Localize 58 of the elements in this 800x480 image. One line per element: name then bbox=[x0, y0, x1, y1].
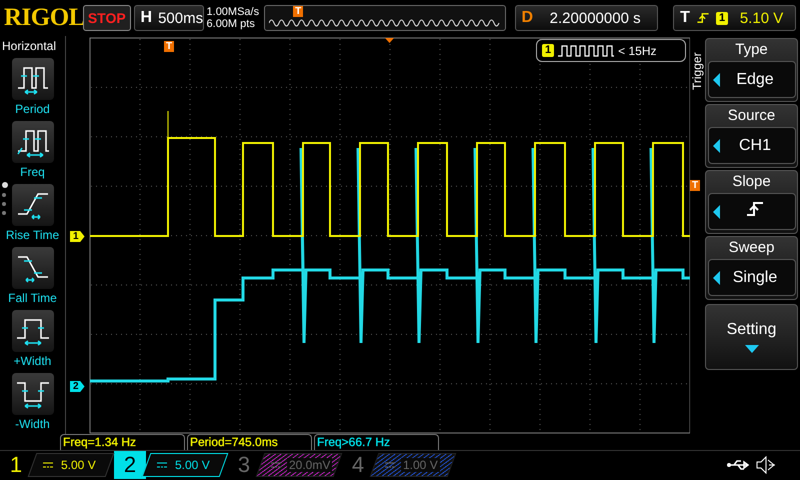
dc-coupling-icon bbox=[271, 462, 281, 468]
option-selector[interactable] bbox=[708, 193, 796, 230]
pwidth-measure-icon bbox=[12, 310, 54, 352]
memory-depth: 6.00M pts bbox=[206, 18, 256, 30]
sample-rate: 1.00MSa/s bbox=[206, 6, 260, 18]
option-title: Sweep bbox=[728, 238, 774, 258]
option-selector[interactable]: Single bbox=[708, 259, 796, 296]
channel-scale[interactable]: 5.00 V bbox=[28, 452, 114, 476]
timebase-field[interactable]: H 500ms bbox=[134, 5, 204, 31]
measure-item[interactable]: Period bbox=[12, 58, 54, 116]
option-title: Source bbox=[728, 106, 776, 126]
dc-coupling-icon bbox=[385, 462, 395, 468]
counter-reading: < 15Hz bbox=[618, 44, 656, 58]
measurement-reading: Freq>66.7 Hz bbox=[317, 436, 390, 449]
option-title: Type bbox=[735, 40, 768, 60]
option-selector[interactable]: Edge bbox=[708, 61, 796, 98]
rising-edge-icon bbox=[745, 199, 765, 219]
measure-item[interactable]: -Width bbox=[12, 373, 54, 431]
channel-scale[interactable]: 5.00 V bbox=[142, 452, 228, 476]
left-arrow-icon bbox=[712, 270, 720, 284]
left-arrow-icon bbox=[712, 138, 720, 152]
trigger-position-marker: T bbox=[293, 6, 304, 17]
menu-title: Trigger bbox=[690, 51, 705, 90]
square-wave-icon bbox=[558, 44, 614, 58]
freq-measure-icon bbox=[12, 121, 54, 163]
measurement-reading: Freq=1.34 Hz bbox=[63, 436, 136, 449]
down-arrow-icon bbox=[744, 345, 758, 353]
run-stop-button[interactable]: STOP bbox=[83, 5, 131, 31]
channel-badge: 1 bbox=[542, 44, 554, 57]
trigger-position-marker: T bbox=[164, 41, 174, 52]
option-selector[interactable]: CH1 bbox=[708, 127, 796, 164]
delay-field[interactable]: D 2.20000000 s bbox=[514, 5, 658, 31]
measure-item[interactable]: Fall Time bbox=[8, 247, 57, 305]
channel-marker: 1 bbox=[70, 231, 85, 242]
measure-item[interactable]: +Width bbox=[12, 310, 54, 368]
usb-icon bbox=[726, 458, 752, 472]
nwidth-measure-icon bbox=[12, 373, 54, 415]
period-measure-icon bbox=[12, 58, 54, 100]
channel-marker: 2 bbox=[70, 381, 85, 392]
rise-measure-icon bbox=[12, 184, 54, 226]
channel-badge: 1 bbox=[716, 12, 728, 24]
left-arrow-icon bbox=[712, 204, 720, 218]
measurement-reading: Period=745.0ms bbox=[190, 436, 278, 449]
dc-coupling-icon bbox=[157, 462, 167, 468]
delay-pointer-icon bbox=[385, 38, 394, 43]
left-arrow-icon bbox=[712, 72, 720, 86]
measure-item[interactable]: Freq bbox=[12, 121, 54, 179]
measure-item[interactable]: Rise Time bbox=[6, 184, 60, 242]
fall-measure-icon bbox=[12, 247, 54, 289]
menu-title: Horizontal bbox=[1, 38, 56, 53]
rising-edge-icon bbox=[696, 11, 710, 25]
dc-coupling-icon bbox=[43, 462, 53, 468]
channel-button[interactable]: 2 bbox=[114, 450, 146, 478]
trigger-field[interactable]: T 1 5.10 V bbox=[673, 5, 796, 31]
speaker-muted-icon bbox=[756, 456, 776, 474]
option-title: Slope bbox=[732, 172, 771, 192]
setting-button[interactable]: Setting bbox=[705, 304, 798, 370]
trigger-level-marker: T bbox=[690, 180, 700, 191]
